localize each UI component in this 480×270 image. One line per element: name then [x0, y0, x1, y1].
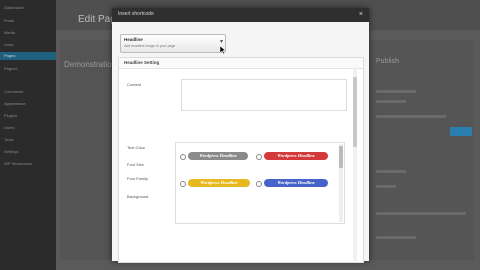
publish-line	[376, 90, 416, 93]
background-radio[interactable]	[180, 181, 186, 187]
admin-sidebar: Dashboard Posts Media Links Pages Pages2…	[0, 0, 56, 270]
content-heading: Demonstration	[64, 60, 117, 69]
publish-line	[376, 170, 406, 173]
publish-line	[376, 185, 396, 188]
sidebar-item-plugins[interactable]: Plugins	[4, 112, 48, 120]
background-options: Wordpress Headline Wordpress Headline Wo…	[175, 142, 345, 224]
content-label: Content	[127, 82, 142, 87]
shortcode-select[interactable]: Headline Add headline image to your page…	[120, 34, 226, 53]
sidebar-item-users[interactable]: Users	[4, 124, 48, 132]
background-option[interactable]: Wordpress Headline	[264, 152, 328, 160]
close-icon[interactable]: ×	[359, 10, 363, 19]
background-option[interactable]: Wordpress Headline	[264, 179, 328, 187]
publish-line	[376, 115, 446, 118]
sidebar-item-dashboard[interactable]: Dashboard	[4, 4, 48, 12]
sidebar-item-comments[interactable]: Comments	[4, 88, 48, 96]
shortcode-description: Add headline image to your page	[124, 44, 176, 48]
background-radio[interactable]	[256, 154, 262, 160]
modal-body: Headline Add headline image to your page…	[112, 22, 369, 263]
sidebar-item-posts[interactable]: Posts	[4, 17, 48, 25]
sidebar-item-settings[interactable]: Settings	[4, 148, 48, 156]
publish-line	[376, 100, 406, 103]
content-textarea[interactable]	[181, 79, 347, 111]
font-size-label: Font Size	[127, 162, 144, 167]
scrollbar-thumb[interactable]	[353, 77, 357, 147]
sidebar-item-links[interactable]: Links	[4, 41, 48, 49]
publish-line	[376, 212, 466, 215]
publish-line	[376, 236, 416, 239]
sidebar-item-wp-shortcodes[interactable]: WP Shortcodes	[4, 160, 48, 168]
scrollbar-thumb[interactable]	[339, 146, 343, 168]
chevron-down-icon: ▾	[219, 39, 223, 45]
sidebar-item-appearance[interactable]: Appearance	[4, 100, 48, 108]
sidebar-item-tools[interactable]: Tools	[4, 136, 48, 144]
screen: Dashboard Posts Media Links Pages Pages2…	[0, 0, 480, 270]
background-scrollbar[interactable]	[339, 144, 343, 222]
publish-button[interactable]	[450, 127, 472, 136]
modal-titlebar: Insert shortcode ×	[112, 8, 369, 22]
background-label: Background	[127, 194, 149, 199]
sidebar-item-pages[interactable]: Pages	[0, 52, 56, 60]
settings-title: Headline Setting	[124, 60, 160, 65]
modal-title: Insert shortcode	[118, 11, 154, 17]
publish-title: Publish	[376, 58, 399, 65]
background-radio[interactable]	[180, 154, 186, 160]
background-option[interactable]: Wordpress Headline	[188, 179, 250, 187]
insert-shortcode-modal: Insert shortcode × Headline Add headline…	[112, 8, 369, 263]
publish-panel	[370, 40, 474, 260]
text-color-label: Text Color	[127, 145, 146, 150]
settings-scrollbar[interactable]	[353, 67, 357, 261]
font-family-label: Font Family	[127, 176, 148, 181]
background-radio[interactable]	[256, 181, 262, 187]
mouse-cursor-icon	[220, 46, 226, 54]
sidebar-item-pages-sub[interactable]: Pages2	[4, 65, 48, 73]
shortcode-name: Headline	[124, 37, 143, 42]
background-option[interactable]: Wordpress Headline	[188, 152, 248, 160]
settings-header: Headline Setting	[119, 58, 363, 69]
sidebar-item-media[interactable]: Media	[4, 29, 48, 37]
